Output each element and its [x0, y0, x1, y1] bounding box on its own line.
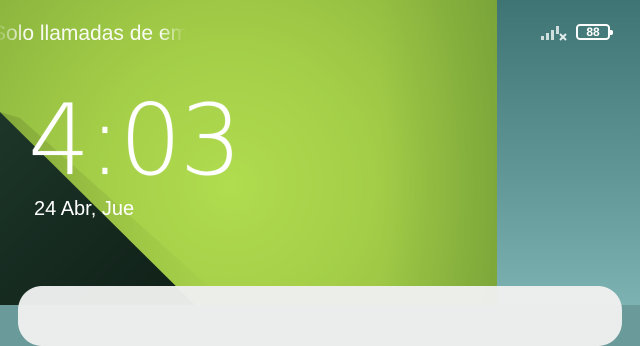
signal-no-service-icon: [541, 26, 567, 41]
battery-icon: 88: [576, 24, 613, 40]
lockscreen-clock: 4:03: [28, 84, 242, 198]
bottom-card[interactable]: [18, 286, 622, 346]
status-icons: 88: [540, 22, 613, 42]
battery-level-text: 88: [586, 25, 600, 39]
status-notification-text: Solo llamadas de emergencia: [0, 22, 186, 45]
lockscreen-date: 24 Abr, Jue: [34, 198, 135, 220]
